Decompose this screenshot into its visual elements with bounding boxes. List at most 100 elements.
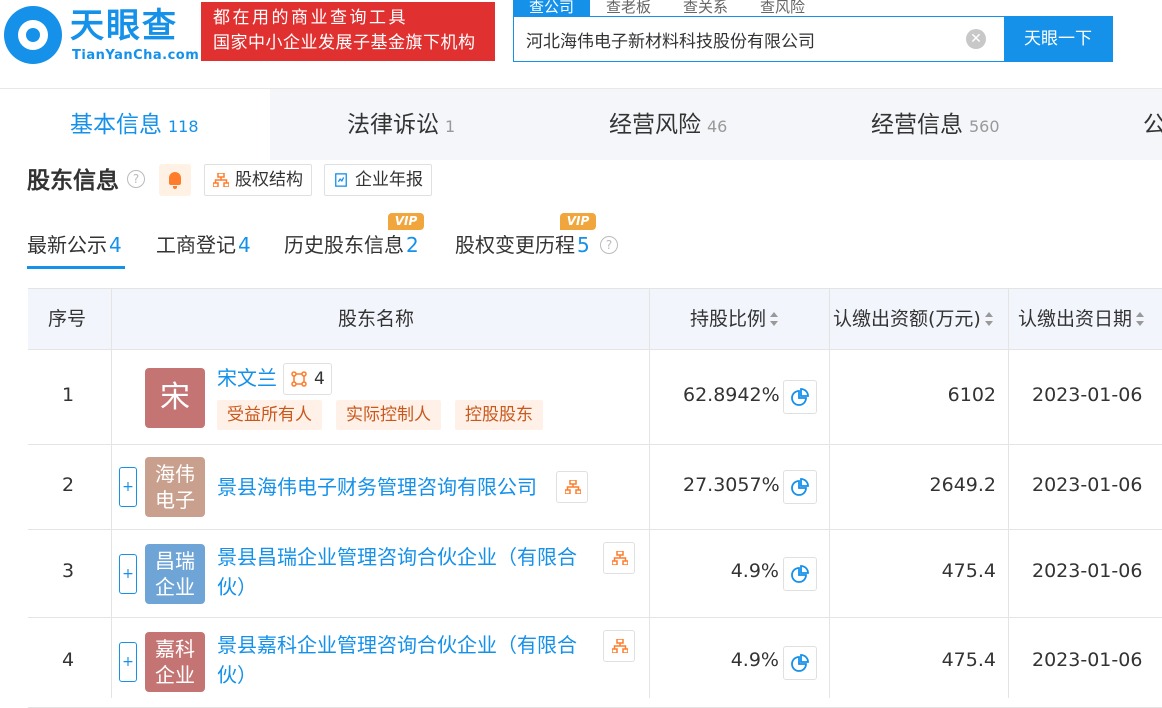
tab-count: 560 bbox=[969, 117, 1000, 136]
expand-button[interactable]: + bbox=[119, 467, 137, 507]
org-chart-icon bbox=[612, 551, 628, 565]
report-icon bbox=[335, 173, 347, 187]
annual-report-button[interactable]: 企业年报 bbox=[324, 164, 432, 196]
subtab-label: 股权变更历程 bbox=[455, 233, 575, 257]
subtab-equity-changes[interactable]: 股权变更历程 5 bbox=[455, 230, 590, 260]
tab-operation[interactable]: 经营信息 560 bbox=[871, 89, 1000, 161]
table-row: 2 + 海伟 电子 景县海伟电子财务管理咨询有限公司 27.3057% 2649… bbox=[28, 445, 1162, 530]
col-header-ratio[interactable]: 持股比例 bbox=[690, 289, 779, 349]
pie-chart-button[interactable] bbox=[783, 380, 817, 414]
pie-chart-button[interactable] bbox=[783, 470, 817, 504]
slogan-banner: 都在用的商业查询工具 国家中小企业发展子基金旗下机构 bbox=[201, 2, 495, 61]
subtab-count: 5 bbox=[577, 233, 590, 257]
tab-search-company[interactable]: 查公司 bbox=[513, 0, 591, 16]
search-input[interactable] bbox=[514, 17, 1004, 61]
shareholder-name-line1: 景县嘉科企业管理咨询合伙企业（有限合 bbox=[217, 633, 577, 657]
tab-label: 基本信息 bbox=[70, 112, 162, 138]
subscribed-date: 2023-01-06 bbox=[1032, 560, 1143, 582]
col-header-date-label: 认缴出资日期 bbox=[1018, 308, 1133, 330]
col-header-date[interactable]: 认缴出资日期 bbox=[1018, 289, 1145, 349]
avatar-line1: 海伟 bbox=[155, 462, 195, 486]
active-tab-indicator bbox=[27, 266, 125, 269]
subtab-latest[interactable]: 最新公示 4 bbox=[27, 230, 122, 260]
holding-ratio: 4.9% bbox=[730, 649, 779, 671]
subtab-count: 4 bbox=[109, 233, 122, 257]
org-chart-icon bbox=[612, 639, 628, 653]
tab-more[interactable]: 公 bbox=[1143, 89, 1162, 161]
equity-structure-icon-button[interactable] bbox=[556, 471, 588, 503]
subscribed-date: 2023-01-06 bbox=[1032, 474, 1143, 496]
search-type-tabs: 查公司 查老板 查关系 查风险 bbox=[513, 0, 821, 16]
bell-icon[interactable] bbox=[159, 164, 191, 196]
avatar-line1: 昌瑞 bbox=[155, 549, 195, 573]
vip-badge: VIP bbox=[560, 213, 596, 230]
table-row: 3 + 昌瑞 企业 景县昌瑞企业管理咨询合伙企业（有限合 伙） 4.9% 475… bbox=[28, 530, 1162, 618]
pie-chart-icon bbox=[791, 388, 809, 406]
sort-icon bbox=[1136, 312, 1145, 326]
clear-icon[interactable]: ✕ bbox=[966, 29, 986, 49]
pie-chart-icon bbox=[791, 478, 809, 496]
help-icon[interactable]: ? bbox=[600, 236, 618, 254]
pie-chart-icon bbox=[791, 654, 809, 672]
subscribed-amount: 6102 bbox=[947, 384, 996, 406]
avatar-line1: 嘉科 bbox=[155, 637, 195, 661]
search-button[interactable]: 天眼一下 bbox=[1004, 17, 1112, 61]
equity-structure-icon-button[interactable] bbox=[603, 542, 635, 574]
shareholder-name-link[interactable]: 宋文兰 bbox=[217, 363, 277, 393]
help-icon[interactable]: ? bbox=[127, 170, 145, 188]
pie-chart-button[interactable] bbox=[783, 646, 817, 680]
avatar[interactable]: 昌瑞 企业 bbox=[145, 544, 205, 604]
subscribed-amount: 2649.2 bbox=[929, 474, 996, 496]
tianyancha-logo[interactable]: 天眼查 TianYanCha.com bbox=[4, 6, 199, 64]
tab-search-boss[interactable]: 查老板 bbox=[590, 0, 667, 16]
avatar[interactable]: 宋 bbox=[145, 368, 205, 428]
holding-ratio: 62.8942% bbox=[683, 384, 780, 406]
subtab-registration[interactable]: 工商登记 4 bbox=[156, 230, 251, 260]
shareholder-name-line2: 伙） bbox=[217, 663, 257, 687]
subtab-count: 2 bbox=[406, 233, 419, 257]
shareholder-name-line2: 伙） bbox=[217, 575, 257, 599]
related-count: 4 bbox=[314, 369, 325, 389]
shareholder-name-line1: 景县昌瑞企业管理咨询合伙企业（有限合 bbox=[217, 545, 577, 569]
table-header: 序号 股东名称 持股比例 认缴出资额(万元) 认缴出资日期 bbox=[28, 288, 1162, 350]
subtab-history-shareholders[interactable]: 历史股东信息 2 bbox=[284, 230, 419, 260]
tab-count: 118 bbox=[168, 117, 199, 136]
shareholder-name-link[interactable]: 景县海伟电子财务管理咨询有限公司 bbox=[217, 472, 537, 502]
subtab-label: 工商登记 bbox=[156, 233, 236, 257]
subscribed-date: 2023-01-06 bbox=[1032, 649, 1143, 671]
vip-badge: VIP bbox=[388, 213, 424, 230]
related-count-button[interactable]: 4 bbox=[283, 363, 332, 395]
tab-count: 1 bbox=[445, 117, 456, 136]
org-chart-icon bbox=[565, 480, 581, 494]
tab-search-risk[interactable]: 查风险 bbox=[744, 0, 821, 16]
row-number: 1 bbox=[62, 384, 75, 406]
eye-logo-icon bbox=[4, 6, 62, 64]
row-number: 3 bbox=[62, 560, 75, 582]
row-number: 4 bbox=[62, 649, 75, 671]
tab-count: 46 bbox=[707, 117, 728, 136]
avatar[interactable]: 海伟 电子 bbox=[145, 457, 205, 517]
avatar-line2: 企业 bbox=[155, 575, 195, 599]
subscribed-amount: 475.4 bbox=[941, 649, 996, 671]
equity-structure-button[interactable]: 股权结构 bbox=[204, 164, 312, 196]
avatar[interactable]: 嘉科 企业 bbox=[145, 632, 205, 692]
expand-button[interactable]: + bbox=[119, 554, 137, 594]
expand-button[interactable]: + bbox=[119, 642, 137, 682]
shareholder-name-link[interactable]: 景县嘉科企业管理咨询合伙企业（有限合 伙） bbox=[217, 630, 577, 690]
tab-risk[interactable]: 经营风险 46 bbox=[609, 89, 727, 161]
logo-text: 天眼查 bbox=[70, 6, 178, 46]
subscribed-amount: 475.4 bbox=[941, 560, 996, 582]
tag-controlling-shareholder: 控股股东 bbox=[455, 400, 543, 430]
row-number: 2 bbox=[62, 474, 75, 496]
tab-label: 经营信息 bbox=[871, 112, 963, 138]
tab-search-relation[interactable]: 查关系 bbox=[667, 0, 744, 16]
tab-legal[interactable]: 法律诉讼 1 bbox=[347, 89, 455, 161]
equity-structure-icon-button[interactable] bbox=[603, 630, 635, 662]
shareholder-name-link[interactable]: 景县昌瑞企业管理咨询合伙企业（有限合 伙） bbox=[217, 542, 577, 602]
top-header: 天眼查 TianYanCha.com 都在用的商业查询工具 国家中小企业发展子基… bbox=[0, 0, 1162, 86]
annual-report-label: 企业年报 bbox=[355, 170, 423, 190]
col-header-amount[interactable]: 认缴出资额(万元) bbox=[833, 289, 993, 349]
tab-basic-info[interactable]: 基本信息 118 bbox=[0, 89, 270, 161]
tag-beneficial-owner: 受益所有人 bbox=[217, 400, 322, 430]
pie-chart-button[interactable] bbox=[783, 557, 817, 591]
